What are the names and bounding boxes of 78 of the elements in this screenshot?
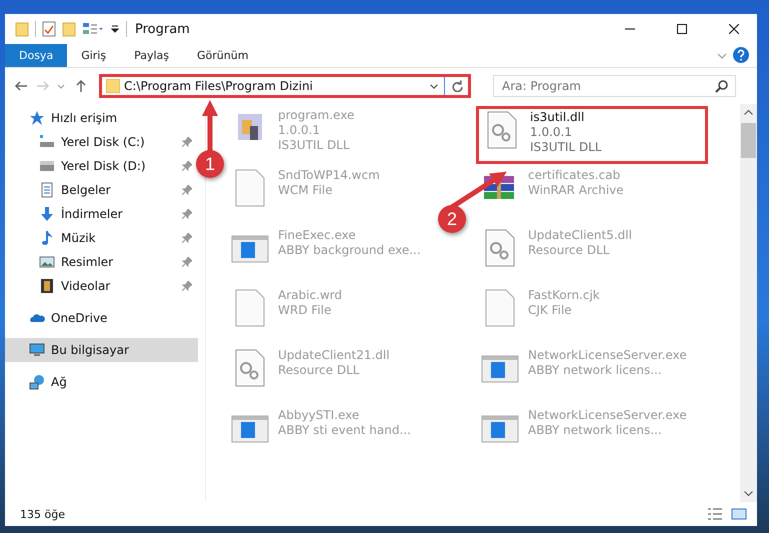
item-count: 135 öğe (20, 508, 66, 520)
customize-caret-icon[interactable] (110, 24, 120, 34)
large-icons-view-icon[interactable] (731, 507, 747, 521)
properties-icon[interactable] (42, 21, 56, 37)
film-icon (39, 278, 55, 294)
file-name: FastKorn.cjk (528, 288, 600, 302)
drive-icon (39, 134, 55, 150)
file-detail: WCM File (278, 183, 334, 197)
caret-icon (57, 84, 65, 88)
refresh-icon (450, 80, 462, 92)
nav-item[interactable]: Müzik (5, 226, 198, 250)
file-detail: Resource DLL (528, 243, 610, 257)
nav-item[interactable]: İndirmeler (5, 202, 198, 226)
expand-ribbon-icon[interactable] (717, 51, 727, 61)
file-detail: WinRAR Archive (528, 183, 624, 197)
file-name: UpdateClient21.dll (278, 348, 390, 362)
scrollbar[interactable] (740, 104, 757, 502)
file-detail: IS3UTIL DLL (530, 140, 602, 154)
help-icon[interactable] (733, 47, 749, 63)
file-detail: ABBY network licens... (528, 363, 663, 377)
folder-icon (106, 79, 120, 93)
search-box[interactable]: Ara: Program (493, 75, 736, 97)
ribbon-tab[interactable]: Paylaş (120, 44, 183, 67)
search-field[interactable]: Ara: Program (494, 79, 715, 93)
file-detail: Resource DLL (278, 363, 360, 377)
file-name: FineExec.exe (278, 228, 357, 242)
nav-item[interactable]: Yerel Disk (C:) (5, 130, 198, 154)
ribbon-tab[interactable]: Giriş (67, 44, 120, 67)
details-view-icon[interactable] (707, 507, 723, 521)
file-detail: ABBY background exe... (278, 243, 421, 257)
file-detail: IS3UTIL DLL (278, 138, 351, 152)
file-detail: ABBY sti event hand... (278, 423, 411, 437)
ribbon-tab[interactable]: Görünüm (183, 44, 262, 67)
nav-item[interactable]: Yerel Disk (D:) (5, 154, 198, 178)
callout-arrow (202, 100, 218, 152)
file-name: is3util.dll (530, 110, 586, 124)
music-note-icon (39, 230, 55, 246)
scroll-down-icon[interactable] (744, 489, 753, 498)
ribbon-tab[interactable]: Dosya (5, 44, 68, 67)
download-arrow-icon (39, 206, 55, 222)
nav-item[interactable]: Videolar (5, 274, 198, 298)
nav-item[interactable]: Bu bilgisayar (5, 338, 198, 362)
dropdown-caret-icon[interactable] (430, 84, 438, 88)
file-name: NetworkLicenseServer.exe (528, 348, 687, 362)
search-icon (715, 79, 729, 93)
file-detail: CJK File (528, 303, 573, 317)
minimize-icon (625, 28, 635, 30)
scroll-up-icon[interactable] (744, 108, 753, 117)
picture-icon (39, 254, 55, 270)
view-list-icon[interactable] (82, 21, 104, 37)
file-name: NetworkLicenseServer.exe (528, 408, 687, 422)
close-icon (729, 24, 739, 34)
address-bar[interactable]: C:\Program Files\Program Dizini (99, 74, 471, 98)
nav-item[interactable]: Hızlı erişim (5, 106, 198, 130)
file-item[interactable]: is3util.dll 1.0.0.1 IS3UTIL DLL (476, 106, 708, 164)
nav-item[interactable]: Ağ (5, 370, 198, 394)
file-detail: WRD File (278, 303, 332, 317)
file-detail: 1.0.0.1 (530, 125, 573, 139)
scroll-thumb[interactable] (741, 123, 756, 158)
document-icon (39, 182, 55, 198)
file-name: program.exe (278, 108, 354, 122)
nav-item[interactable]: Resimler (5, 250, 198, 274)
file-detail: ABBY network licens... (528, 423, 663, 437)
file-name: SndToWP14.wcm (278, 168, 380, 182)
file-name: certificates.cab (528, 168, 622, 182)
address-field[interactable]: C:\Program Files\Program Dizini (120, 79, 430, 93)
nav-item[interactable]: Belgeler (5, 178, 198, 202)
monitor-icon (29, 342, 45, 358)
star-icon (29, 110, 45, 126)
network-icon (29, 374, 45, 390)
file-name: AbbyySTI.exe (278, 408, 360, 422)
window-title: Program (135, 22, 191, 36)
drive-icon (39, 158, 55, 174)
file-name: UpdateClient5.dll (528, 228, 632, 242)
maximize-icon (677, 24, 687, 34)
nav-item[interactable]: OneDrive (5, 306, 198, 330)
file-detail: 1.0.0.1 (278, 123, 321, 137)
file-name: Arabic.wrd (278, 288, 342, 302)
